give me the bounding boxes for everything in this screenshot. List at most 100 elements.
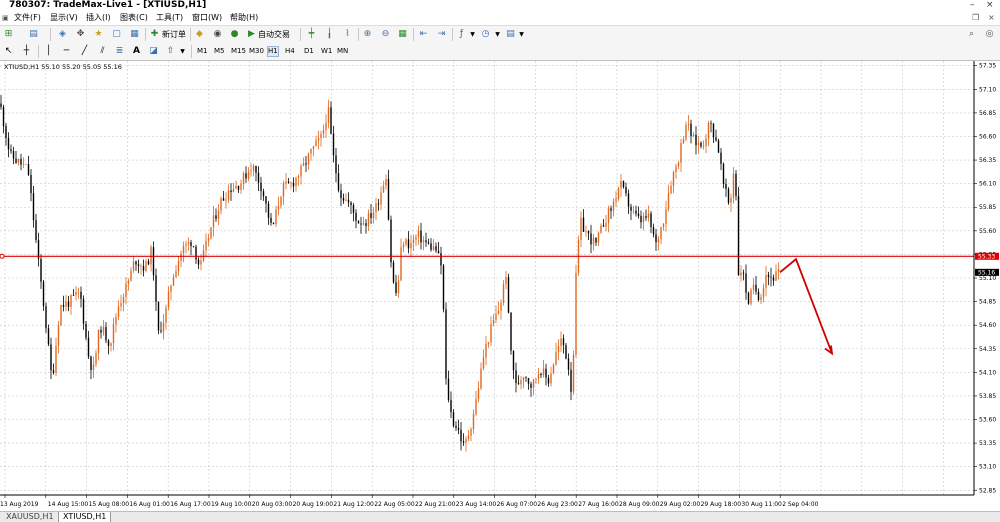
horizontal-line-icon[interactable]: ─ bbox=[61, 46, 72, 57]
line-chart-icon[interactable]: ⌇ bbox=[342, 29, 353, 40]
minimize-button[interactable]: – bbox=[970, 0, 975, 11]
chevron-down-icon[interactable]: ▼ bbox=[467, 29, 478, 40]
candle-body bbox=[767, 274, 770, 277]
candle-body bbox=[597, 232, 600, 243]
candle-body bbox=[317, 137, 320, 141]
candle-body bbox=[595, 237, 597, 243]
time-tick-label: 30 Aug 11:00 bbox=[741, 501, 782, 508]
candle-body bbox=[537, 373, 540, 379]
crosshair-icon[interactable]: ┼ bbox=[21, 46, 32, 57]
cursor-icon[interactable]: ↖ bbox=[3, 46, 14, 57]
menu-file[interactable]: 文件(F) bbox=[14, 13, 41, 23]
new-chart-icon[interactable]: ⊞ bbox=[3, 29, 14, 40]
channel-icon[interactable]: ⫽ bbox=[97, 46, 108, 57]
candle-body bbox=[637, 213, 640, 216]
candle-body bbox=[605, 223, 607, 227]
candle-body bbox=[695, 134, 697, 146]
search-icon[interactable]: ⌕ bbox=[966, 29, 977, 40]
menu-insert[interactable]: 插入(I) bbox=[86, 13, 111, 23]
chevron-down-icon[interactable]: ▼ bbox=[177, 46, 188, 57]
community-icon[interactable]: ◎ bbox=[984, 29, 995, 40]
candlestick-icon[interactable]: ╽ bbox=[324, 29, 335, 40]
candle-body bbox=[765, 274, 767, 288]
menu-window[interactable]: 窗口(W) bbox=[192, 13, 222, 23]
candle-body bbox=[132, 261, 135, 271]
menu-view[interactable]: 显示(V) bbox=[50, 13, 78, 23]
vertical-line-icon[interactable]: │ bbox=[43, 46, 54, 57]
metaeditor-icon[interactable]: ◆ bbox=[194, 29, 205, 40]
time-tick-label: 19 Aug 10:00 bbox=[211, 501, 252, 508]
candle-body bbox=[332, 133, 335, 156]
candle-body bbox=[430, 243, 432, 250]
candle-body bbox=[255, 165, 257, 173]
autoscroll-icon[interactable]: ⇤ bbox=[418, 29, 429, 40]
timeframe-h4[interactable]: H4 bbox=[285, 47, 295, 56]
candle-body bbox=[725, 183, 727, 190]
menu-help[interactable]: 帮助(H) bbox=[230, 13, 258, 23]
candle-body bbox=[315, 140, 317, 147]
candle-body bbox=[147, 261, 150, 265]
market-icon[interactable]: ● bbox=[229, 29, 240, 40]
chart-tabs: XAUUSD,H1 XTIUSD,H1 bbox=[0, 511, 1000, 522]
candle-body bbox=[145, 261, 147, 271]
timeframe-w1[interactable]: W1 bbox=[321, 47, 332, 56]
time-tick-label: 28 Aug 09:00 bbox=[619, 501, 660, 508]
close-chart-icon[interactable]: × bbox=[988, 13, 995, 23]
candle-body bbox=[410, 242, 412, 249]
candle-body bbox=[352, 205, 355, 213]
candle-body bbox=[372, 212, 375, 218]
zoom-out-icon[interactable]: ⊖ bbox=[380, 29, 391, 40]
candle-body bbox=[627, 193, 630, 207]
candle-body bbox=[12, 151, 15, 159]
candle-body bbox=[710, 123, 712, 124]
data-window-icon[interactable]: ✥ bbox=[75, 29, 86, 40]
close-button[interactable]: × bbox=[986, 0, 994, 11]
chart-window[interactable]: 57.35 57.10 56.85 56.60 56.35 56.10 55.85 55.60… bbox=[0, 60, 1000, 512]
timeframe-m30[interactable]: M30 bbox=[249, 47, 264, 56]
timeframe-h1[interactable]: H1 bbox=[267, 46, 279, 57]
candle-body bbox=[112, 324, 115, 344]
zoom-in-icon[interactable]: ⊕ bbox=[362, 29, 373, 40]
profiles-icon[interactable]: ▤ bbox=[28, 29, 39, 40]
text-label-icon[interactable]: A bbox=[131, 46, 142, 57]
candle-body bbox=[92, 364, 95, 370]
bar-chart-icon[interactable]: ┿ bbox=[306, 29, 317, 40]
text-tag-icon[interactable]: ◪ bbox=[148, 46, 159, 57]
terminal-icon[interactable]: ▢ bbox=[111, 29, 122, 40]
chevron-down-icon[interactable]: ▼ bbox=[492, 29, 503, 40]
price-chart[interactable]: 57.35 57.10 56.85 56.60 56.35 56.10 55.85 55.60… bbox=[0, 61, 1000, 512]
periods-icon[interactable]: ◷ bbox=[480, 29, 491, 40]
arrow-marker-icon[interactable]: ⇧ bbox=[165, 46, 176, 57]
trendline-icon[interactable]: ╱ bbox=[79, 46, 90, 57]
strategy-tester-icon[interactable]: ▦ bbox=[129, 29, 140, 40]
restore-icon[interactable]: ❐ bbox=[972, 13, 979, 23]
timeframe-d1[interactable]: D1 bbox=[304, 47, 314, 56]
chevron-down-icon[interactable]: ▼ bbox=[516, 29, 527, 40]
candle-body bbox=[667, 193, 670, 210]
new-order-button[interactable]: 新订单 bbox=[162, 30, 186, 40]
candle-body bbox=[357, 220, 360, 224]
menu-charts[interactable]: 图表(C) bbox=[120, 13, 148, 23]
autotrade-icon[interactable]: ▶ bbox=[246, 29, 257, 40]
templates-icon[interactable]: ▤ bbox=[505, 29, 516, 40]
signals-icon[interactable]: ◉ bbox=[212, 29, 223, 40]
indicators-icon[interactable]: ƒ bbox=[456, 29, 467, 40]
candle-body bbox=[330, 107, 332, 134]
autotrade-button[interactable]: 自动交易 bbox=[258, 30, 290, 40]
chart-shift-icon[interactable]: ⇥ bbox=[436, 29, 447, 40]
candle-body bbox=[180, 253, 182, 262]
candle-body bbox=[40, 258, 42, 282]
market-watch-icon[interactable]: ◈ bbox=[57, 29, 68, 40]
timeframe-m15[interactable]: M15 bbox=[231, 47, 246, 56]
line-anchor-handle[interactable] bbox=[0, 253, 5, 259]
timeframe-m1[interactable]: M1 bbox=[197, 47, 208, 56]
tile-windows-icon[interactable]: ▦ bbox=[397, 29, 408, 40]
time-tick-label: 20 Aug 03:00 bbox=[252, 501, 293, 508]
navigator-icon[interactable]: ★ bbox=[93, 29, 104, 40]
menu-tools[interactable]: 工具(T) bbox=[156, 13, 183, 23]
timeframe-mn[interactable]: MN bbox=[337, 47, 348, 56]
app-menu-icon[interactable]: ▣ bbox=[2, 13, 9, 23]
fibonacci-icon[interactable]: ≣ bbox=[114, 46, 125, 57]
new-order-icon[interactable]: ✚ bbox=[149, 29, 160, 40]
timeframe-m5[interactable]: M5 bbox=[214, 47, 225, 56]
